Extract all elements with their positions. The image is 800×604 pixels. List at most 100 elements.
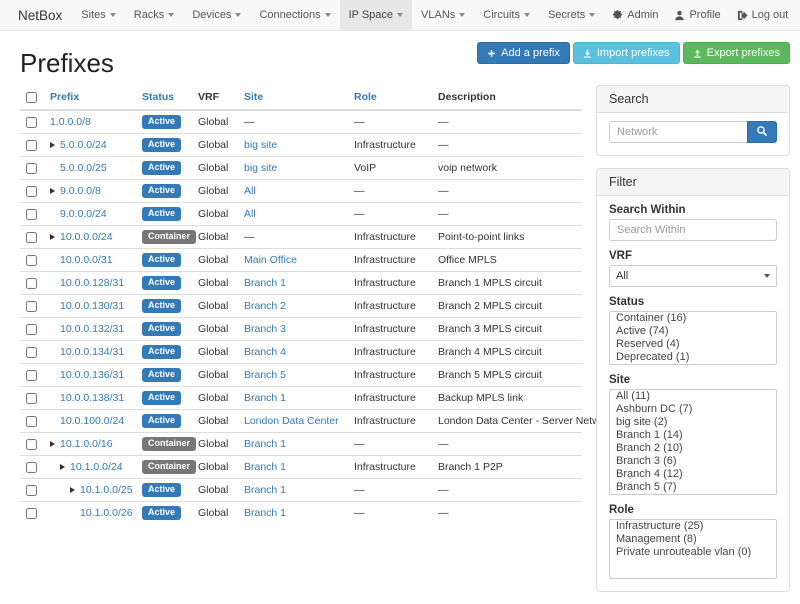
prefix-link[interactable]: 10.0.0.128/31 <box>60 277 124 289</box>
site-link[interactable]: All <box>244 208 256 220</box>
nav-item-racks[interactable]: Racks <box>125 0 184 30</box>
site-link[interactable]: Branch 1 <box>244 438 286 450</box>
row-checkbox[interactable] <box>26 117 37 128</box>
status-option[interactable]: Reserved (4) <box>610 338 776 351</box>
nav-item-devices[interactable]: Devices <box>183 0 250 30</box>
search-button[interactable] <box>747 121 777 143</box>
status-option[interactable]: Active (74) <box>610 325 776 338</box>
status-option[interactable]: Container (16) <box>610 312 776 325</box>
prefix-link[interactable]: 10.0.0.138/31 <box>60 392 124 404</box>
prefix-link[interactable]: 5.0.0.0/24 <box>60 139 107 151</box>
row-checkbox[interactable] <box>26 278 37 289</box>
site-link[interactable]: Branch 1 <box>244 461 286 473</box>
expand-arrow-icon[interactable] <box>70 487 75 493</box>
role-option[interactable]: Infrastructure (25) <box>610 520 776 533</box>
export-prefixes-button[interactable]: Export prefixes <box>683 42 790 64</box>
prefix-link[interactable]: 10.1.0.0/25 <box>80 484 133 496</box>
site-option[interactable]: Branch 5 (7) <box>610 481 776 494</box>
site-link[interactable]: Main Office <box>244 254 297 266</box>
role-filter-listbox[interactable]: Infrastructure (25)Management (8)Private… <box>609 519 777 579</box>
add-prefix-button[interactable]: Add a prefix <box>477 42 570 64</box>
prefix-link[interactable]: 10.0.0.0/31 <box>60 254 113 266</box>
prefix-link[interactable]: 10.0.0.134/31 <box>60 346 124 358</box>
site-link[interactable]: big site <box>244 139 277 151</box>
nav-item-sites[interactable]: Sites <box>72 0 124 30</box>
vrf-select[interactable]: All <box>609 265 777 287</box>
prefix-link[interactable]: 10.1.0.0/24 <box>70 461 123 473</box>
site-link[interactable]: Branch 1 <box>244 484 286 496</box>
nav-item-connections[interactable]: Connections <box>250 0 339 30</box>
nav-item-logout[interactable]: Log out <box>729 0 797 30</box>
search-within-input[interactable] <box>609 219 777 241</box>
site-option[interactable]: Branch 1 (14) <box>610 429 776 442</box>
site-link[interactable]: big site <box>244 162 277 174</box>
row-checkbox[interactable] <box>26 370 37 381</box>
site-option[interactable]: Branch 2 (10) <box>610 442 776 455</box>
site-link[interactable]: London Data Center <box>244 415 339 427</box>
site-option[interactable]: Branch 4 (12) <box>610 468 776 481</box>
nav-item-vlans[interactable]: VLANs <box>412 0 474 30</box>
row-checkbox[interactable] <box>26 186 37 197</box>
app-logo[interactable]: NetBox <box>8 0 72 30</box>
site-link[interactable]: Branch 1 <box>244 507 286 519</box>
row-checkbox[interactable] <box>26 209 37 220</box>
site-option[interactable]: COLO 1-24 (8) <box>610 494 776 495</box>
prefix-link[interactable]: 1.0.0.0/8 <box>50 116 91 128</box>
row-checkbox[interactable] <box>26 508 37 519</box>
prefix-link[interactable]: 10.1.0.0/26 <box>80 507 133 519</box>
expand-arrow-icon[interactable] <box>50 142 55 148</box>
search-input[interactable] <box>609 121 747 143</box>
row-checkbox[interactable] <box>26 393 37 404</box>
role-option[interactable]: Private unrouteable vlan (0) <box>610 546 776 559</box>
role-option[interactable]: Management (8) <box>610 533 776 546</box>
expand-arrow-icon[interactable] <box>50 441 55 447</box>
nav-item-admin[interactable]: Admin <box>604 0 666 30</box>
prefix-link[interactable]: 9.0.0.0/8 <box>60 185 101 197</box>
site-option[interactable]: All (11) <box>610 390 776 403</box>
row-checkbox[interactable] <box>26 416 37 427</box>
column-header-status[interactable]: Status <box>136 85 192 110</box>
prefix-link[interactable]: 9.0.0.0/24 <box>60 208 107 220</box>
site-link[interactable]: Branch 2 <box>244 300 286 312</box>
expand-arrow-icon[interactable] <box>50 188 55 194</box>
row-checkbox[interactable] <box>26 255 37 266</box>
row-checkbox[interactable] <box>26 462 37 473</box>
status-filter-listbox[interactable]: Container (16)Active (74)Reserved (4)Dep… <box>609 311 777 365</box>
prefix-link[interactable]: 10.0.0.130/31 <box>60 300 124 312</box>
site-link[interactable]: Branch 3 <box>244 323 286 335</box>
prefix-link[interactable]: 10.0.0.136/31 <box>60 369 124 381</box>
column-header-role[interactable]: Role <box>348 85 432 110</box>
prefix-link[interactable]: 5.0.0.0/25 <box>60 162 107 174</box>
site-option[interactable]: big site (2) <box>610 416 776 429</box>
import-prefixes-button[interactable]: Import prefixes <box>573 42 680 64</box>
site-link[interactable]: Branch 1 <box>244 392 286 404</box>
row-checkbox[interactable] <box>26 485 37 496</box>
nav-item-circuits[interactable]: Circuits <box>474 0 539 30</box>
row-checkbox[interactable] <box>26 163 37 174</box>
prefix-link[interactable]: 10.0.0.0/24 <box>60 231 113 243</box>
site-link[interactable]: Branch 4 <box>244 346 286 358</box>
prefix-link[interactable]: 10.1.0.0/16 <box>60 438 113 450</box>
nav-item-secrets[interactable]: Secrets <box>539 0 604 30</box>
expand-arrow-icon[interactable] <box>60 464 65 470</box>
prefix-link[interactable]: 10.0.100.0/24 <box>60 415 124 427</box>
prefix-link[interactable]: 10.0.0.132/31 <box>60 323 124 335</box>
column-header-prefix[interactable]: Prefix <box>44 85 136 110</box>
row-checkbox[interactable] <box>26 232 37 243</box>
row-checkbox[interactable] <box>26 140 37 151</box>
status-option[interactable]: Deprecated (1) <box>610 351 776 364</box>
expand-arrow-icon[interactable] <box>50 234 55 240</box>
site-link[interactable]: Branch 5 <box>244 369 286 381</box>
site-link[interactable]: All <box>244 185 256 197</box>
row-checkbox[interactable] <box>26 439 37 450</box>
row-checkbox[interactable] <box>26 301 37 312</box>
site-option[interactable]: Ashburn DC (7) <box>610 403 776 416</box>
site-link[interactable]: Branch 1 <box>244 277 286 289</box>
site-filter-listbox[interactable]: All (11)Ashburn DC (7)big site (2)Branch… <box>609 389 777 495</box>
row-checkbox[interactable] <box>26 347 37 358</box>
nav-item-ip-space[interactable]: IP Space <box>340 0 412 30</box>
column-header-site[interactable]: Site <box>238 85 348 110</box>
select-all-checkbox[interactable] <box>26 92 37 103</box>
nav-item-profile[interactable]: Profile <box>666 0 728 30</box>
row-checkbox[interactable] <box>26 324 37 335</box>
